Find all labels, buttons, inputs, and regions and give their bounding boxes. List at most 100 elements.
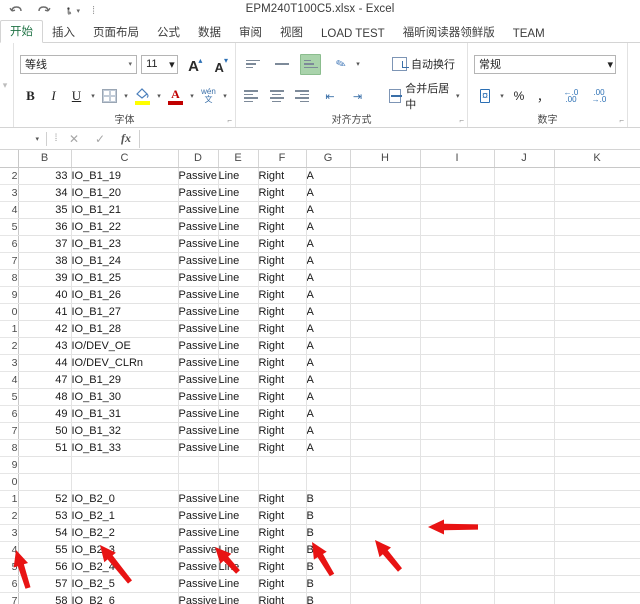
chevron-down-icon[interactable]: ▾	[454, 92, 461, 100]
cell-K[interactable]	[554, 490, 640, 508]
cell-K[interactable]	[554, 422, 640, 440]
cell-D[interactable]: Passive	[178, 507, 219, 525]
cell-C[interactable]: IO_B2_5	[71, 575, 179, 593]
cell-D[interactable]: Passive	[178, 422, 219, 440]
cell-H[interactable]	[350, 388, 421, 406]
cell-D[interactable]: Passive	[178, 167, 219, 185]
cell-F[interactable]: Right	[258, 388, 307, 406]
cell-I[interactable]	[420, 269, 495, 287]
chevron-down-icon[interactable]: ▾	[122, 92, 130, 100]
cancel-entry-button[interactable]: ✕	[61, 130, 87, 148]
cell-G[interactable]	[306, 473, 351, 491]
cell-H[interactable]	[350, 252, 421, 270]
table-row[interactable]: 4 47 IO_B1_29 Passive Line Right A	[0, 371, 640, 389]
cell-D[interactable]: Passive	[178, 269, 219, 287]
cell-C[interactable]: IO_B1_30	[71, 388, 179, 406]
cell-C[interactable]: IO_B1_21	[71, 201, 179, 219]
cell-I[interactable]	[420, 354, 495, 372]
cell-C[interactable]: IO_B1_29	[71, 371, 179, 389]
cell-F[interactable]: Right	[258, 337, 307, 355]
cell-F[interactable]: Right	[258, 320, 307, 338]
cell-K[interactable]	[554, 235, 640, 253]
row-header[interactable]: 3	[0, 524, 19, 542]
table-row[interactable]: 1 42 IO_B1_28 Passive Line Right A	[0, 320, 640, 338]
row-header[interactable]: 8	[0, 269, 19, 287]
increase-decimal-button[interactable]: ←.0.00	[560, 86, 582, 106]
row-header[interactable]: 5	[0, 558, 19, 576]
cell-J[interactable]	[494, 456, 555, 474]
cell-C[interactable]: IO_B2_1	[71, 507, 179, 525]
align-bottom-button[interactable]	[300, 53, 321, 75]
cell-B[interactable]: 44	[18, 354, 72, 372]
row-header[interactable]: 6	[0, 235, 19, 253]
cell-B[interactable]: 53	[18, 507, 72, 525]
cell-D[interactable]: Passive	[178, 184, 219, 202]
cell-E[interactable]: Line	[218, 371, 259, 389]
cell-I[interactable]	[420, 201, 495, 219]
cell-J[interactable]	[494, 541, 555, 559]
row-header[interactable]: 4	[0, 541, 19, 559]
cell-G[interactable]: B	[306, 524, 351, 542]
name-box[interactable]: ▾	[2, 130, 42, 148]
cell-C[interactable]: IO_B1_22	[71, 218, 179, 236]
cell-B[interactable]: 47	[18, 371, 72, 389]
cell-C[interactable]: IO_B1_20	[71, 184, 179, 202]
cell-K[interactable]	[554, 269, 640, 287]
cell-J[interactable]	[494, 422, 555, 440]
cell-K[interactable]	[554, 456, 640, 474]
cell-E[interactable]: Line	[218, 592, 259, 604]
cell-E[interactable]	[218, 456, 259, 474]
align-top-button[interactable]	[242, 54, 263, 75]
cell-G[interactable]: A	[306, 439, 351, 457]
table-row[interactable]: 4 55 IO_B2_3 Passive Line Right B	[0, 541, 640, 559]
cell-B[interactable]: 39	[18, 269, 72, 287]
cell-D[interactable]: Passive	[178, 524, 219, 542]
align-left-button[interactable]	[242, 86, 260, 107]
cell-G[interactable]: B	[306, 507, 351, 525]
cell-G[interactable]: A	[306, 303, 351, 321]
table-row[interactable]: 0 41 IO_B1_27 Passive Line Right A	[0, 303, 640, 321]
cell-J[interactable]	[494, 592, 555, 604]
underline-button[interactable]: U	[66, 86, 87, 107]
cell-G[interactable]: A	[306, 269, 351, 287]
cell-C[interactable]	[71, 473, 179, 491]
borders-button[interactable]	[99, 86, 120, 107]
cell-J[interactable]	[494, 320, 555, 338]
column-header-C[interactable]: C	[71, 150, 179, 168]
cell-H[interactable]	[350, 235, 421, 253]
table-row[interactable]: 5 56 IO_B2_4 Passive Line Right B	[0, 558, 640, 576]
cell-B[interactable]: 42	[18, 320, 72, 338]
cell-B[interactable]: 33	[18, 167, 72, 185]
cell-I[interactable]	[420, 286, 495, 304]
cell-H[interactable]	[350, 422, 421, 440]
cell-K[interactable]	[554, 524, 640, 542]
row-header[interactable]: 6	[0, 575, 19, 593]
cell-K[interactable]	[554, 575, 640, 593]
cell-B[interactable]: 48	[18, 388, 72, 406]
cell-B[interactable]: 40	[18, 286, 72, 304]
cell-J[interactable]	[494, 558, 555, 576]
tab-load-test[interactable]: LOAD TEST	[312, 26, 394, 43]
cell-H[interactable]	[350, 541, 421, 559]
cell-E[interactable]: Line	[218, 439, 259, 457]
row-header[interactable]: 2	[0, 337, 19, 355]
cell-E[interactable]: Line	[218, 269, 259, 287]
cell-J[interactable]	[494, 184, 555, 202]
cell-C[interactable]: IO_B1_19	[71, 167, 179, 185]
cell-E[interactable]: Line	[218, 405, 259, 423]
cell-D[interactable]: Passive	[178, 558, 219, 576]
font-dialog-launcher-icon[interactable]: ⌐	[227, 116, 232, 125]
cell-G[interactable]: B	[306, 575, 351, 593]
cell-D[interactable]: Passive	[178, 541, 219, 559]
cell-K[interactable]	[554, 184, 640, 202]
cell-I[interactable]	[420, 184, 495, 202]
cell-E[interactable]: Line	[218, 388, 259, 406]
cell-H[interactable]	[350, 473, 421, 491]
cell-I[interactable]	[420, 167, 495, 185]
cell-D[interactable]: Passive	[178, 235, 219, 253]
cell-K[interactable]	[554, 218, 640, 236]
cell-H[interactable]	[350, 524, 421, 542]
alignment-dialog-launcher-icon[interactable]: ⌐	[459, 116, 464, 125]
cell-E[interactable]: Line	[218, 252, 259, 270]
cell-B[interactable]: 37	[18, 235, 72, 253]
